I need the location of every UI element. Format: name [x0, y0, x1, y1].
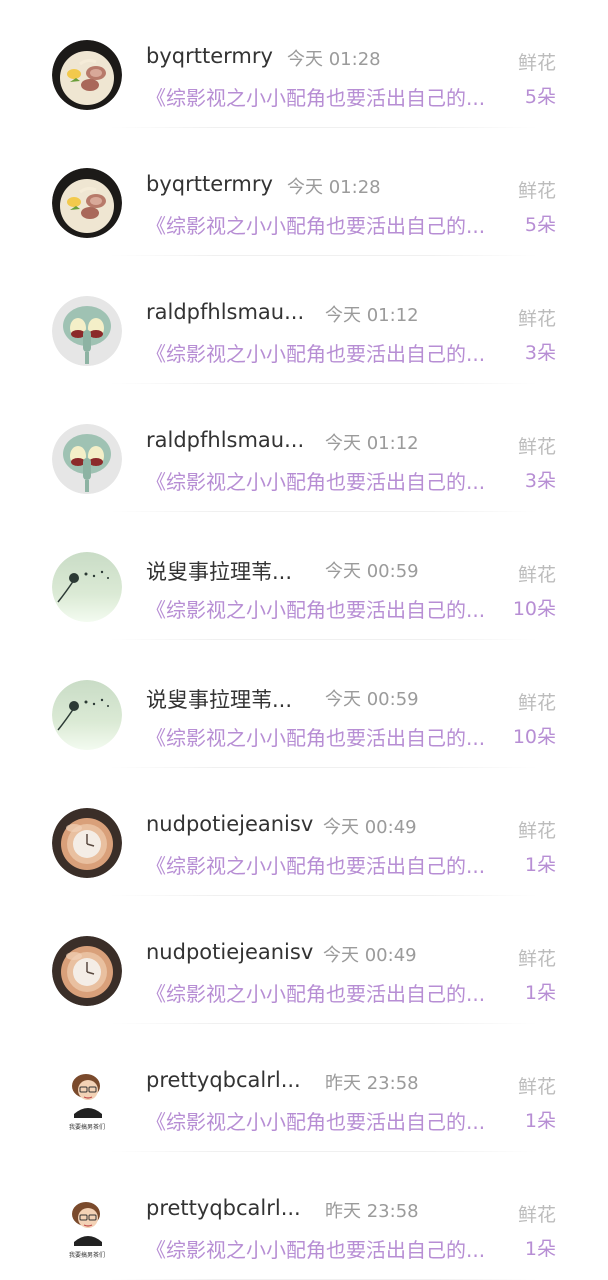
- user-avatar[interactable]: [52, 808, 122, 878]
- timestamp: 今天 01:28: [287, 49, 381, 70]
- gift-record-row[interactable]: 我要搞男茶们 prettyqbcalrl... 昨天 23:58 鲜花 《综影视…: [0, 1152, 608, 1280]
- username[interactable]: prettyqbcalrl...: [146, 1196, 301, 1220]
- gift-record-row[interactable]: raldpfhlsmau... 今天 01:12 鲜花 《综影视之小小配角也要活…: [0, 256, 608, 384]
- gift-type-label: 鲜花: [517, 820, 556, 842]
- gift-count: 5朵: [524, 214, 556, 236]
- gift-record-row[interactable]: byqrttermry 今天 01:28 鲜花 《综影视之小小配角也要活出自己的…: [0, 128, 608, 256]
- user-avatar[interactable]: [52, 680, 122, 750]
- gift-type-label: 鲜花: [517, 1204, 556, 1226]
- user-avatar[interactable]: [52, 552, 122, 622]
- gift-count: 1朵: [524, 1110, 556, 1132]
- username[interactable]: raldpfhlsmau...: [146, 300, 304, 324]
- gift-type-label: 鲜花: [517, 308, 556, 330]
- timestamp: 今天 01:12: [325, 305, 419, 326]
- book-title-link[interactable]: 《综影视之小小配角也要活出自己的...: [146, 338, 485, 367]
- gift-count: 3朵: [524, 342, 556, 364]
- gift-record-row[interactable]: 我要搞男茶们 prettyqbcalrl... 昨天 23:58 鲜花 《综影视…: [0, 1024, 608, 1152]
- gift-count: 10朵: [512, 726, 556, 748]
- noodle-bowl-avatar-icon: [52, 40, 122, 110]
- timestamp: 今天 00:49: [323, 817, 417, 838]
- book-title-link[interactable]: 《综影视之小小配角也要活出自己的...: [146, 210, 485, 239]
- gift-count: 1朵: [524, 1238, 556, 1260]
- username[interactable]: nudpotiejeanisv: [146, 812, 313, 836]
- user-avatar[interactable]: [52, 296, 122, 366]
- watch-avatar-icon: [52, 808, 122, 878]
- gift-type-label: 鲜花: [517, 564, 556, 586]
- gift-type-label: 鲜花: [517, 948, 556, 970]
- username[interactable]: nudpotiejeanisv: [146, 940, 313, 964]
- gift-type-label: 鲜花: [517, 692, 556, 714]
- gift-type-label: 鲜花: [517, 436, 556, 458]
- dandelion-avatar-icon: [52, 552, 122, 622]
- squidward-avatar-icon: [52, 424, 122, 494]
- username[interactable]: raldpfhlsmau...: [146, 428, 304, 452]
- gift-count: 1朵: [524, 854, 556, 876]
- gift-count: 1朵: [524, 982, 556, 1004]
- username[interactable]: 说叟事拉理苇...: [146, 556, 292, 586]
- cartoon-girl-avatar-icon: 我要搞男茶们: [52, 1064, 122, 1134]
- gift-record-row[interactable]: 说叟事拉理苇... 今天 00:59 鲜花 《综影视之小小配角也要活出自己的..…: [0, 512, 608, 640]
- username[interactable]: byqrttermry: [146, 172, 273, 196]
- gift-count: 3朵: [524, 470, 556, 492]
- book-title-link[interactable]: 《综影视之小小配角也要活出自己的...: [146, 82, 485, 111]
- username[interactable]: prettyqbcalrl...: [146, 1068, 301, 1092]
- cartoon-girl-avatar-icon: 我要搞男茶们: [52, 1192, 122, 1262]
- squidward-avatar-icon: [52, 296, 122, 366]
- noodle-bowl-avatar-icon: [52, 168, 122, 238]
- book-title-link[interactable]: 《综影视之小小配角也要活出自己的...: [146, 466, 485, 495]
- gift-record-row[interactable]: byqrttermry 今天 01:28 鲜花 《综影视之小小配角也要活出自己的…: [0, 0, 608, 128]
- gift-record-row[interactable]: nudpotiejeanisv 今天 00:49 鲜花 《综影视之小小配角也要活…: [0, 768, 608, 896]
- book-title-link[interactable]: 《综影视之小小配角也要活出自己的...: [146, 850, 485, 879]
- avatar-caption: 我要搞男茶们: [69, 1251, 105, 1259]
- user-avatar[interactable]: [52, 168, 122, 238]
- gift-count: 10朵: [512, 598, 556, 620]
- timestamp: 今天 00:49: [323, 945, 417, 966]
- timestamp: 今天 00:59: [325, 561, 419, 582]
- book-title-link[interactable]: 《综影视之小小配角也要活出自己的...: [146, 978, 485, 1007]
- gift-record-row[interactable]: nudpotiejeanisv 今天 00:49 鲜花 《综影视之小小配角也要活…: [0, 896, 608, 1024]
- gift-type-label: 鲜花: [517, 52, 556, 74]
- avatar-caption: 我要搞男茶们: [69, 1123, 105, 1131]
- user-avatar[interactable]: 我要搞男茶们: [52, 1064, 122, 1134]
- timestamp: 今天 01:28: [287, 177, 381, 198]
- dandelion-avatar-icon: [52, 680, 122, 750]
- gift-type-label: 鲜花: [517, 1076, 556, 1098]
- gift-record-list: byqrttermry 今天 01:28 鲜花 《综影视之小小配角也要活出自己的…: [0, 0, 608, 1280]
- gift-type-label: 鲜花: [517, 180, 556, 202]
- username[interactable]: byqrttermry: [146, 44, 273, 68]
- user-avatar[interactable]: [52, 424, 122, 494]
- username[interactable]: 说叟事拉理苇...: [146, 684, 292, 714]
- book-title-link[interactable]: 《综影视之小小配角也要活出自己的...: [146, 1234, 485, 1263]
- gift-record-row[interactable]: raldpfhlsmau... 今天 01:12 鲜花 《综影视之小小配角也要活…: [0, 384, 608, 512]
- timestamp: 今天 00:59: [325, 689, 419, 710]
- user-avatar[interactable]: [52, 936, 122, 1006]
- timestamp: 昨天 23:58: [325, 1201, 419, 1222]
- user-avatar[interactable]: 我要搞男茶们: [52, 1192, 122, 1262]
- timestamp: 今天 01:12: [325, 433, 419, 454]
- timestamp: 昨天 23:58: [325, 1073, 419, 1094]
- watch-avatar-icon: [52, 936, 122, 1006]
- user-avatar[interactable]: [52, 40, 122, 110]
- book-title-link[interactable]: 《综影视之小小配角也要活出自己的...: [146, 722, 485, 751]
- gift-count: 5朵: [524, 86, 556, 108]
- book-title-link[interactable]: 《综影视之小小配角也要活出自己的...: [146, 1106, 485, 1135]
- book-title-link[interactable]: 《综影视之小小配角也要活出自己的...: [146, 594, 485, 623]
- gift-record-row[interactable]: 说叟事拉理苇... 今天 00:59 鲜花 《综影视之小小配角也要活出自己的..…: [0, 640, 608, 768]
